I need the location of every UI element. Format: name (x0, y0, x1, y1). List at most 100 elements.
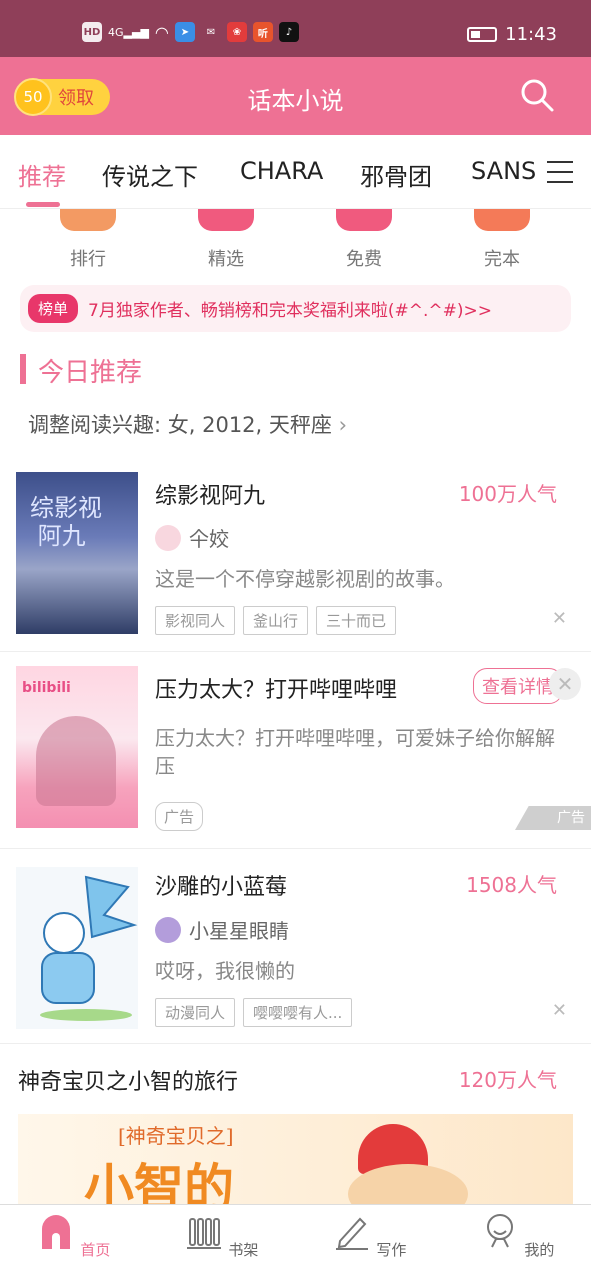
wifi-icon: ◠ (154, 22, 169, 42)
bookshelf-icon (186, 1218, 221, 1249)
book-author[interactable]: 小星星眼睛 (155, 915, 289, 944)
status-bar: HD 4G▂▄▆ ◠ ➤ ✉ ❀ 听 ♪ 11:43 (0, 0, 591, 57)
close-icon[interactable]: ✕ (549, 668, 581, 700)
free-icon (336, 209, 392, 231)
book-item[interactable]: 神奇宝贝之小智的旅行 120万人气 [神奇宝贝之] 小智的 (0, 1044, 591, 1204)
hd-icon: HD (82, 22, 102, 42)
book-popularity: 1508人气 (466, 873, 557, 897)
tag[interactable]: 釜山行 (243, 606, 309, 635)
bilibili-logo: bilibili (22, 680, 71, 696)
cover-art-text: 综影视 阿九 (30, 494, 102, 550)
book-title: 沙雕的小蓝莓 (155, 875, 288, 900)
app-title: 话本小说 (247, 87, 344, 115)
banner-art-title: 小智的 (84, 1159, 234, 1204)
banner-art-text: [神奇宝贝之] (118, 1124, 234, 1148)
pen-icon (335, 1217, 368, 1250)
category-shortcuts: 排行 精选 免费 完本 (0, 209, 591, 279)
author-avatar (155, 916, 181, 943)
category-label: 免费 (346, 249, 382, 270)
tiktok-icon: ♪ (278, 22, 299, 42)
category-label: 排行 (70, 249, 106, 270)
ad-badge: 广告 (155, 802, 204, 831)
ranking-badge: 榜单 (28, 294, 79, 323)
book-description: 哎呀，我很懒的 (155, 959, 295, 983)
app-icon-1: ➤ (174, 22, 195, 42)
interest-text: 调整阅读兴趣: 女, 2012, 天秤座 (28, 413, 332, 437)
completed-icon (474, 209, 530, 231)
menu-icon[interactable] (547, 161, 573, 183)
featured-icon (198, 209, 254, 231)
search-icon[interactable] (519, 77, 555, 113)
ad-image: bilibili (16, 666, 138, 828)
active-tab-indicator (26, 202, 60, 207)
section-accent (20, 354, 26, 384)
nav-profile[interactable]: 我的 (467, 1211, 567, 1260)
book-title: 综影视阿九 (155, 484, 266, 509)
book-popularity: 100万人气 (458, 482, 557, 506)
announcement-text: 7月独家作者、畅销榜和完本奖福利来啦(#^.^#)>> (88, 301, 492, 321)
announcement-banner[interactable]: 榜单 7月独家作者、畅销榜和完本奖福利来啦(#^.^#)>> (20, 285, 571, 332)
category-label: 精选 (208, 249, 244, 270)
tab-sans[interactable]: SANS (471, 157, 536, 185)
dismiss-icon[interactable]: ✕ (552, 608, 567, 629)
book-title: 神奇宝贝之小智的旅行 (18, 1070, 239, 1095)
chevron-right-icon: › (338, 413, 347, 437)
tab-bone-group[interactable]: 邪骨团 (360, 157, 432, 192)
ranking-icon (60, 209, 116, 231)
tag[interactable]: 影视同人 (155, 606, 236, 635)
section-title: 今日推荐 (38, 358, 143, 388)
app-header: 50 领取 话本小说 (0, 57, 591, 135)
bottom-navigation: 首页 书架 写作 我的 (0, 1204, 591, 1280)
category-completed[interactable]: 完本 (452, 209, 552, 271)
dismiss-icon[interactable]: ✕ (552, 1000, 567, 1021)
author-avatar (155, 524, 181, 551)
battery-icon (467, 27, 498, 42)
cover-illustration (40, 875, 138, 1021)
book-author[interactable]: 仐姣 (155, 523, 229, 552)
signal-icon: 4G▂▄▆ (108, 25, 149, 39)
clock: 11:43 (505, 24, 557, 45)
author-name: 小星星眼睛 (189, 919, 289, 943)
home-icon (41, 1215, 70, 1249)
category-label: 完本 (484, 249, 520, 270)
app-icon-3: 听 (252, 22, 273, 42)
nav-label: 写作 (376, 1241, 407, 1259)
book-popularity: 120万人气 (458, 1068, 557, 1092)
nav-bookshelf[interactable]: 书架 (171, 1211, 271, 1260)
category-free[interactable]: 免费 (314, 209, 414, 271)
book-description: 这是一个不停穿越影视剧的故事。 (155, 567, 455, 591)
status-icons: HD 4G▂▄▆ ◠ ➤ ✉ ❀ 听 ♪ (82, 22, 299, 42)
book-cover: 综影视 阿九 (16, 472, 138, 634)
book-item[interactable]: 沙雕的小蓝莓 1508人气 小星星眼睛 哎呀，我很懒的 动漫同人 嘤嘤嘤有人..… (0, 849, 591, 1043)
book-banner: [神奇宝贝之] 小智的 (18, 1114, 573, 1204)
tab-recommend[interactable]: 推荐 (18, 157, 66, 192)
profile-icon (486, 1214, 513, 1248)
tab-undertale[interactable]: 传说之下 (102, 157, 198, 192)
tag[interactable]: 动漫同人 (155, 998, 236, 1027)
wechat-icon: ✉ (206, 26, 216, 38)
category-ranking[interactable]: 排行 (38, 209, 138, 271)
ad-description: 压力太大？打开哔哩哔哩，可爱妹子给你解解压 (155, 726, 555, 778)
tag[interactable]: 三十而已 (316, 606, 397, 635)
status-right: 11:43 (467, 24, 557, 45)
app-icon-2: ❀ (226, 22, 247, 42)
ad-illustration (36, 716, 116, 806)
nav-label: 首页 (80, 1241, 111, 1259)
category-tabs: 推荐 传说之下 CHARA 邪骨团 SANS (0, 135, 591, 209)
book-tags: 影视同人 釜山行 三十而已 (155, 606, 397, 635)
adjust-interest-link[interactable]: 调整阅读兴趣: 女, 2012, 天秤座 › (28, 409, 347, 439)
author-name: 仐姣 (189, 527, 229, 551)
ad-title: 压力太大？打开哔哩哔哩 (155, 678, 398, 703)
category-featured[interactable]: 精选 (176, 209, 276, 271)
nav-home[interactable]: 首页 (23, 1211, 123, 1260)
book-cover (16, 867, 138, 1029)
nav-label: 书架 (228, 1241, 259, 1259)
tab-chara[interactable]: CHARA (240, 157, 323, 185)
book-item[interactable]: 综影视 阿九 综影视阿九 100万人气 仐姣 这是一个不停穿越影视剧的故事。 影… (0, 463, 591, 651)
book-tags: 动漫同人 嘤嘤嘤有人... (155, 998, 353, 1027)
nav-label: 我的 (524, 1241, 555, 1259)
tag[interactable]: 嘤嘤嘤有人... (243, 998, 353, 1027)
nav-write[interactable]: 写作 (319, 1211, 419, 1260)
ad-item[interactable]: bilibili 压力太大？打开哔哩哔哩 查看详情 ✕ 压力太大？打开哔哩哔哩，… (0, 652, 591, 848)
ad-corner-label: 广告 (515, 806, 591, 830)
